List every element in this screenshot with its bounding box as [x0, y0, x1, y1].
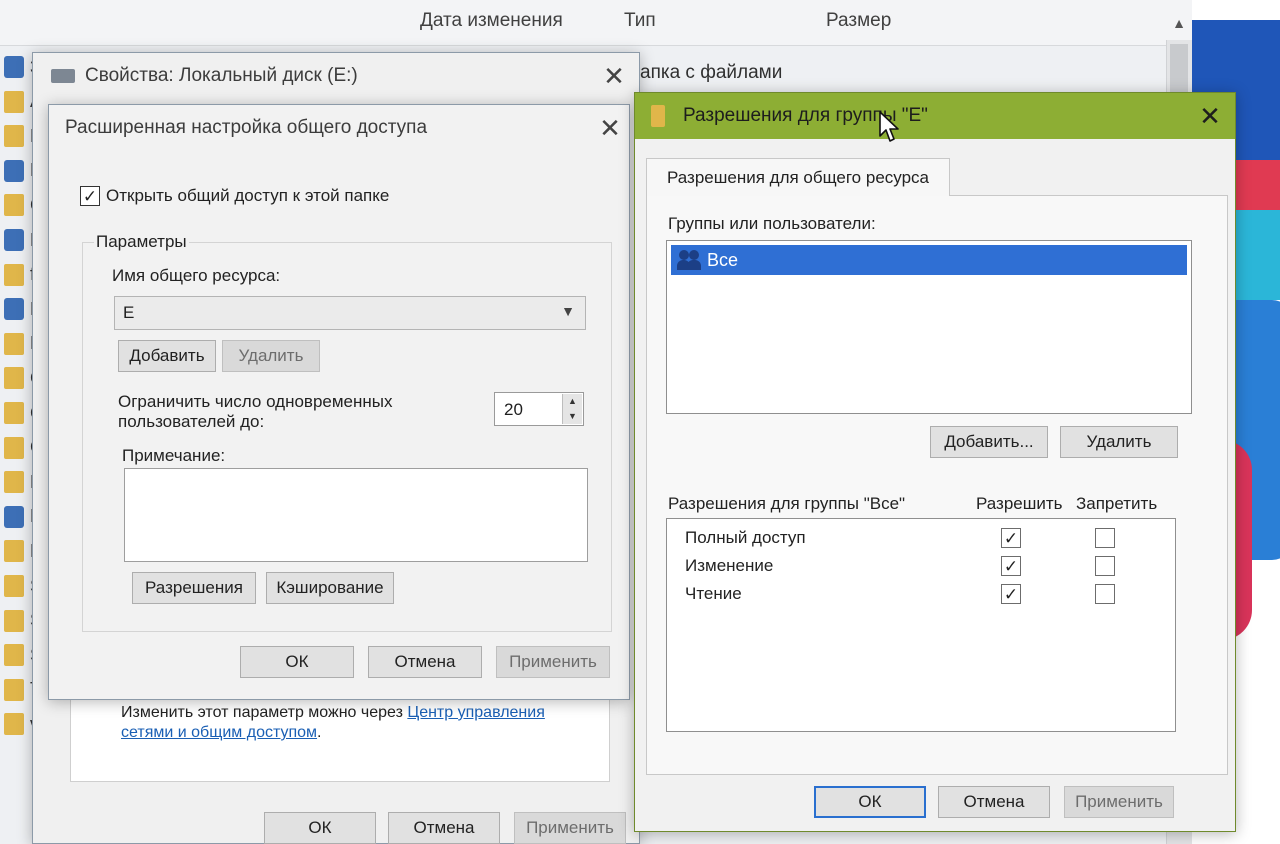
properties-apply-button[interactable]: Применить: [514, 812, 626, 844]
advanced-apply-button[interactable]: Применить: [496, 646, 610, 678]
permission-row: Изменение ✓: [685, 553, 1155, 579]
folder-icon: [4, 436, 24, 459]
folder-icon: [4, 125, 24, 148]
deny-column-header: Запретить: [1076, 494, 1158, 513]
hint-text: Изменить этот параметр можно через: [121, 704, 408, 721]
folder-icon: [4, 713, 24, 736]
tab-share-permissions-label: Разрешения для общего ресурса: [667, 167, 929, 187]
folder-icon: [4, 194, 24, 217]
advanced-sharing-title: Расширенная настройка общего доступа: [65, 117, 428, 138]
share-name-select[interactable]: E ▼: [114, 296, 586, 330]
drive-icon: [4, 505, 24, 528]
properties-cancel-button[interactable]: Отмена: [388, 812, 500, 844]
permissions-cancel-button[interactable]: Отмена: [938, 786, 1050, 818]
user-name: Все: [707, 249, 739, 270]
deny-checkbox[interactable]: [1095, 528, 1115, 548]
groups-users-list[interactable]: Все: [666, 240, 1192, 414]
column-header-bar: Дата изменения Тип Размер ▲: [0, 0, 1200, 46]
deny-checkbox[interactable]: [1095, 584, 1115, 604]
folder-icon: [4, 575, 24, 597]
folder-icon: [4, 678, 24, 701]
properties-close-icon[interactable]: ✕: [599, 61, 629, 91]
share-name-label: Имя общего ресурса:: [112, 266, 281, 285]
folder-icon: [4, 644, 24, 667]
scroll-up-arrow-icon[interactable]: ▲: [1168, 12, 1190, 34]
permission-row: Чтение ✓: [685, 581, 1155, 607]
remove-share-button[interactable]: Удалить: [222, 340, 320, 372]
add-user-button[interactable]: Добавить...: [930, 426, 1048, 458]
permissions-close-icon[interactable]: ✕: [1195, 101, 1225, 131]
folder-icon: [4, 90, 24, 113]
drive-icon: [4, 159, 24, 182]
advanced-sharing-titlebar[interactable]: Расширенная настройка общего доступа ✕: [49, 105, 629, 151]
properties-title: Свойства: Локальный диск (E:): [85, 65, 358, 86]
note-textarea[interactable]: [124, 468, 588, 562]
folder-icon: [4, 609, 24, 632]
folder-icon: [4, 540, 24, 563]
permission-row: Полный доступ ✓: [685, 525, 1155, 551]
permissions-for-group-label: Разрешения для группы "Все": [668, 494, 906, 513]
file-type-cell: апка с файлами: [640, 62, 783, 83]
parameters-legend: Параметры: [94, 232, 189, 252]
users-group-icon: [677, 250, 703, 270]
properties-ok-button[interactable]: ОК: [264, 812, 376, 844]
allow-checkbox[interactable]: ✓: [1001, 584, 1021, 604]
allow-checkbox[interactable]: ✓: [1001, 528, 1021, 548]
advanced-ok-button[interactable]: ОК: [240, 646, 354, 678]
spin-up-icon[interactable]: ▲: [562, 394, 582, 409]
column-size[interactable]: Размер: [826, 10, 891, 32]
permissions-button[interactable]: Разрешения: [132, 572, 256, 604]
permissions-table: Полный доступ ✓ Изменение ✓ Чтение ✓: [666, 518, 1176, 732]
permissions-apply-button[interactable]: Применить: [1064, 786, 1174, 818]
user-limit-value: 20: [504, 400, 523, 419]
permissions-titlebar[interactable]: Разрешения для группы "E" ✕: [635, 93, 1235, 139]
share-name-value: E: [123, 303, 135, 322]
spin-down-icon[interactable]: ▼: [562, 409, 582, 424]
note-label: Примечание:: [122, 446, 226, 465]
share-folder-option[interactable]: ✓ Открыть общий доступ к этой папке: [80, 186, 389, 206]
user-limit-label-line2: пользователей до:: [118, 412, 265, 431]
list-item-everyone[interactable]: Все: [671, 245, 1187, 275]
share-folder-label: Открыть общий доступ к этой папке: [106, 186, 390, 205]
network-hint: Изменить этот параметр можно через Центр…: [121, 703, 601, 743]
properties-titlebar[interactable]: Свойства: Локальный диск (E:) ✕: [33, 53, 639, 99]
column-date-modified[interactable]: Дата изменения: [420, 10, 563, 32]
deny-checkbox[interactable]: [1095, 556, 1115, 576]
folder-icon: [651, 105, 665, 127]
groups-label: Группы или пользователи:: [668, 214, 876, 233]
folder-icon: [4, 263, 24, 286]
drive-icon: [4, 298, 24, 321]
folder-icon: [4, 332, 24, 355]
share-folder-checkbox[interactable]: ✓: [80, 186, 100, 206]
permission-name: Полный доступ: [685, 528, 806, 547]
properties-info-panel: Изменить этот параметр можно через Центр…: [70, 690, 610, 782]
permission-name: Изменение: [685, 556, 774, 575]
tab-share-permissions[interactable]: Разрешения для общего ресурса: [646, 158, 950, 196]
permissions-ok-button[interactable]: ОК: [814, 786, 926, 818]
mouse-pointer-icon: [879, 111, 899, 142]
allow-checkbox[interactable]: ✓: [1001, 556, 1021, 576]
drive-icon: [4, 229, 24, 251]
drive-icon: [51, 69, 75, 83]
user-limit-label-line1: Ограничить число одновременных: [118, 392, 393, 411]
caching-button[interactable]: Кэширование: [266, 572, 394, 604]
remove-user-button[interactable]: Удалить: [1060, 426, 1178, 458]
drive-icon: [4, 56, 24, 78]
add-share-button[interactable]: Добавить: [118, 340, 216, 372]
hint-end: .: [317, 724, 322, 741]
allow-column-header: Разрешить: [976, 494, 1063, 513]
permission-name: Чтение: [685, 584, 742, 603]
folder-icon: [4, 402, 24, 424]
folder-icon: [4, 471, 24, 494]
chevron-down-icon: ▼: [561, 303, 575, 319]
user-limit-spinner[interactable]: 20 ▲ ▼: [494, 392, 584, 426]
advanced-cancel-button[interactable]: Отмена: [368, 646, 482, 678]
column-type[interactable]: Тип: [624, 10, 656, 32]
folder-icon: [4, 367, 24, 390]
advanced-close-icon[interactable]: ✕: [595, 113, 625, 143]
